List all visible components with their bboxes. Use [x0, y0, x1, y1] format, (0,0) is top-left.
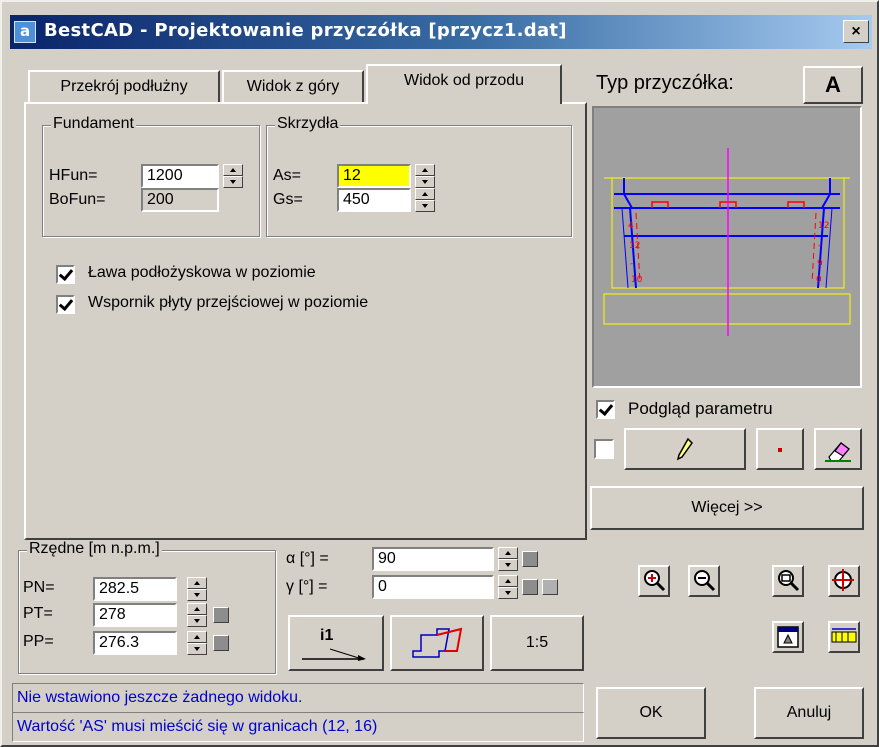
gamma-label: γ [°] =	[286, 578, 328, 595]
gamma-flag-2[interactable]	[542, 579, 558, 595]
tab-widok-z-gory[interactable]: Widok z góry	[222, 70, 364, 104]
rzedne-group-title: Rzędne [m n.p.m.]	[27, 540, 162, 558]
zoom-all-button[interactable]	[828, 565, 860, 597]
fundament-group-title: Fundament	[51, 115, 136, 133]
eraser-button[interactable]	[814, 428, 862, 470]
bofun-input: 200	[141, 188, 219, 212]
abutment-profile-icon	[412, 627, 463, 658]
hfun-input[interactable]: 1200	[141, 164, 219, 188]
wspornik-checkbox[interactable]	[56, 295, 75, 314]
alpha-spinner[interactable]	[498, 547, 518, 571]
pp-spinner[interactable]	[187, 631, 207, 655]
left-tag-3: 10	[631, 275, 643, 285]
slope-i1-label: i1	[320, 627, 334, 644]
window-settings-icon	[777, 626, 799, 648]
abutment-preview-drawing: 4 12 - 10 12 - 9 0	[603, 148, 851, 336]
ok-button[interactable]: OK	[596, 687, 706, 739]
point-icon	[778, 448, 782, 452]
zoom-out-icon	[694, 570, 716, 592]
wspornik-label: Wspornik płyty przejściowej w poziomie	[88, 294, 369, 311]
profile-button[interactable]	[390, 615, 484, 671]
alpha-input[interactable]: 90	[372, 547, 494, 571]
slope-arrow-icon	[302, 648, 366, 661]
podglad-checkbox[interactable]	[596, 400, 615, 419]
pp-flag[interactable]	[213, 635, 229, 651]
point-button[interactable]	[756, 428, 804, 470]
fundament-group: Fundament HFun= 1200 BoFun= 200	[42, 115, 260, 237]
as-label: As=	[273, 167, 302, 184]
status-line-1: Nie wstawiono jeszcze żadnego widoku.	[12, 683, 584, 713]
eraser-icon	[825, 442, 851, 462]
tab-widok-od-przodu[interactable]: Widok od przodu	[366, 64, 562, 104]
cancel-button[interactable]: Anuluj	[754, 687, 864, 739]
gs-spinner[interactable]	[415, 188, 435, 212]
pn-input[interactable]: 282.5	[93, 577, 177, 601]
pencil-button[interactable]	[624, 428, 746, 470]
right-tag-0: 12	[818, 221, 829, 231]
pt-spinner[interactable]	[187, 603, 207, 627]
pt-flag[interactable]	[213, 607, 229, 623]
gs-input[interactable]: 450	[337, 188, 411, 212]
title-bar[interactable]: BestCAD - Projektowanie przyczółka [przy…	[10, 15, 872, 49]
dialog-window: BestCAD - Projektowanie przyczółka [przy…	[0, 0, 879, 747]
tab-przekroj-podluzny[interactable]: Przekrój podłużny	[28, 70, 220, 104]
right-tag-1: -	[818, 241, 821, 251]
more-button[interactable]: Więcej >>	[590, 486, 864, 530]
pp-input[interactable]: 276.3	[93, 631, 177, 655]
as-input[interactable]: 12	[337, 164, 411, 188]
as-spinner[interactable]	[415, 164, 435, 188]
left-tag-2: -	[630, 259, 633, 269]
dimension-icon	[831, 628, 857, 643]
gamma-spinner[interactable]	[498, 575, 518, 599]
gamma-input[interactable]: 0	[372, 575, 494, 599]
pn-label: PN=	[23, 579, 55, 596]
app-icon	[14, 21, 36, 43]
preview-panel: 4 12 - 10 12 - 9 0	[592, 106, 862, 388]
pp-label: PP=	[23, 633, 54, 650]
pt-input[interactable]: 278	[93, 603, 177, 627]
hfun-label: HFun=	[49, 167, 98, 184]
hfun-spinner[interactable]	[223, 164, 243, 188]
podglad-label: Podgląd parametru	[628, 399, 773, 418]
zoom-window-icon	[778, 570, 800, 592]
dimension-button[interactable]	[828, 621, 860, 653]
zoom-out-button[interactable]	[688, 565, 720, 597]
skrzydla-group-title: Skrzydła	[275, 115, 341, 133]
lawa-label: Ława podłożyskowa w poziomie	[88, 264, 316, 281]
window-settings-button[interactable]	[772, 621, 804, 653]
left-tag-1: 12	[629, 241, 640, 251]
alpha-label: α [°] =	[286, 550, 329, 567]
bofun-label: BoFun=	[49, 191, 106, 208]
pencil-icon	[676, 437, 693, 461]
left-tag-0: 4	[628, 221, 634, 231]
close-button[interactable]: ×	[843, 20, 869, 43]
alpha-flag[interactable]	[522, 551, 538, 567]
lawa-checkbox[interactable]	[56, 265, 75, 284]
rzedne-group: Rzędne [m n.p.m.] PN= 282.5 PT= 278 PP= …	[18, 540, 276, 674]
extra-checkbox[interactable]	[594, 439, 614, 459]
skrzydla-group: Skrzydła As= 12 Gs= 450	[266, 115, 572, 237]
status-line-2: Wartość 'AS' musi mieścić się w granicac…	[12, 712, 584, 742]
zoom-all-icon	[832, 569, 854, 591]
scale-button[interactable]: 1:5	[490, 615, 584, 671]
typ-button[interactable]: A	[803, 66, 863, 104]
tab-panel-widok-od-przodu: Fundament HFun= 1200 BoFun= 200 Skrzydła…	[24, 102, 587, 540]
window-title: BestCAD - Projektowanie przyczółka [przy…	[44, 20, 567, 41]
pt-label: PT=	[23, 605, 53, 622]
zoom-in-button[interactable]	[638, 565, 670, 597]
zoom-in-icon	[644, 570, 666, 592]
right-tag-3: 0	[816, 275, 822, 285]
zoom-window-button[interactable]	[772, 565, 804, 597]
gamma-flag[interactable]	[522, 579, 538, 595]
right-tag-2: 9	[817, 259, 823, 269]
pn-spinner[interactable]	[187, 577, 207, 601]
slope-i1-button[interactable]: i1	[288, 615, 384, 671]
gs-label: Gs=	[273, 191, 303, 208]
typ-label: Typ przyczółka:	[596, 72, 734, 94]
